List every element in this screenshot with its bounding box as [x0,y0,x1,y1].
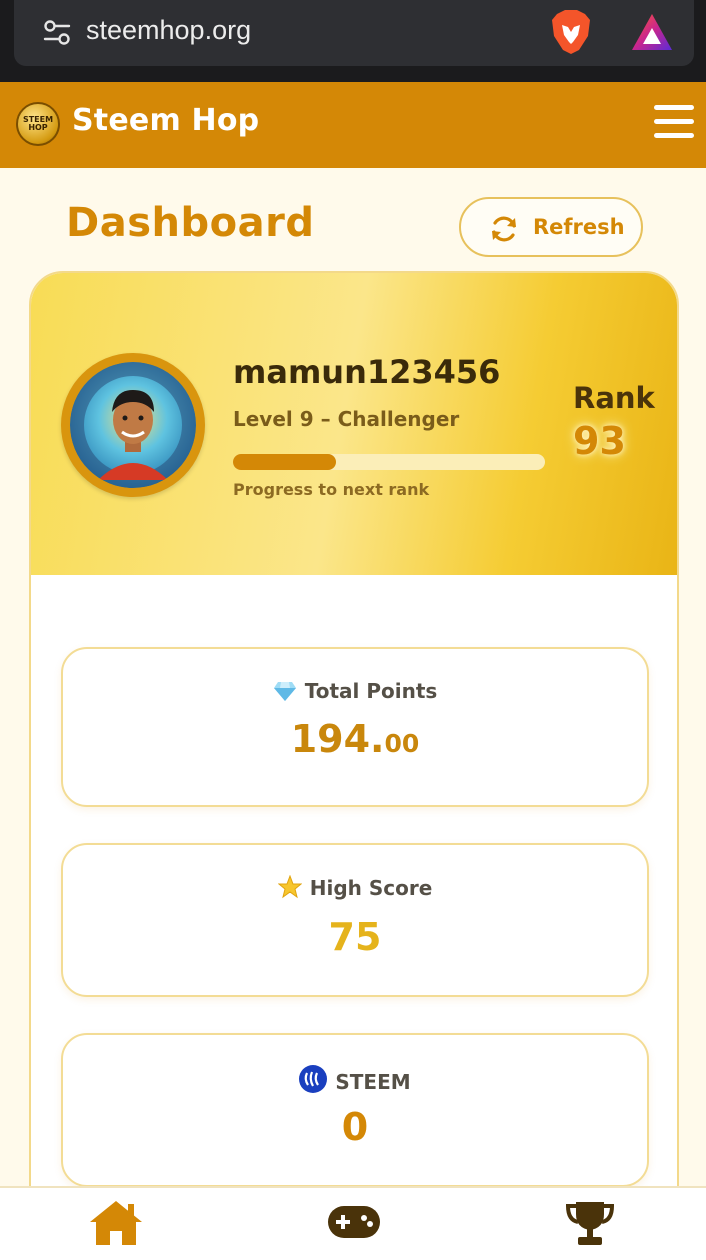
high-score-heading: High Score [63,875,647,900]
avatar[interactable] [61,353,205,497]
gamepad-icon[interactable] [326,1202,382,1242]
steem-card: STEEM 0 [61,1033,649,1187]
refresh-button[interactable]: Refresh [459,197,643,257]
steem-heading: STEEM [63,1065,647,1094]
rank-label: Rank [573,381,655,415]
star-icon [277,875,302,899]
profile-banner: mamun123456 Level 9 – Challenger Progres… [31,273,677,575]
site-settings-icon[interactable] [42,18,72,48]
rank-value: 93 [573,419,626,463]
total-points-whole: 194. [290,717,385,761]
avatar-image [70,362,196,488]
profile-card: mamun123456 Level 9 – Challenger Progres… [29,271,679,1260]
brave-lion-icon[interactable] [549,8,593,56]
level-text: Level 9 – Challenger [233,407,460,431]
high-score-label: High Score [309,876,433,900]
username: mamun123456 [233,353,501,391]
progress-caption: Progress to next rank [233,480,430,499]
url-text[interactable]: steemhop.org [86,15,251,46]
total-points-value: 194.00 [63,717,647,761]
steem-value: 0 [341,1105,369,1149]
app-header: STEEM HOP Steem Hop [0,82,706,168]
total-points-card: Total Points 194.00 [61,647,649,807]
total-points-decimal: 00 [384,729,420,758]
total-points-label: Total Points [304,679,438,703]
home-icon[interactable] [88,1198,144,1248]
trophy-icon[interactable] [564,1198,616,1248]
refresh-label: Refresh [533,215,625,239]
brand-title[interactable]: Steem Hop [72,103,259,138]
diamond-icon [273,682,296,701]
steem-hop-logo[interactable]: STEEM HOP [16,102,60,146]
logo-text: STEEM HOP [22,115,54,132]
total-points-heading: Total Points [63,679,647,703]
refresh-icon [492,216,516,242]
rank-progress-bar [233,454,545,470]
steem-label: STEEM [335,1070,411,1094]
high-score-card: High Score 75 [61,843,649,997]
rank-progress-fill [233,454,336,470]
steem-logo-icon [299,1065,328,1093]
bottom-navigation [0,1186,706,1260]
page-title: Dashboard [66,200,315,246]
high-score-value: 75 [328,915,382,959]
hamburger-menu-icon[interactable] [654,105,694,143]
brave-rewards-icon[interactable] [630,12,674,52]
browser-toolbar: steemhop.org [0,0,706,82]
